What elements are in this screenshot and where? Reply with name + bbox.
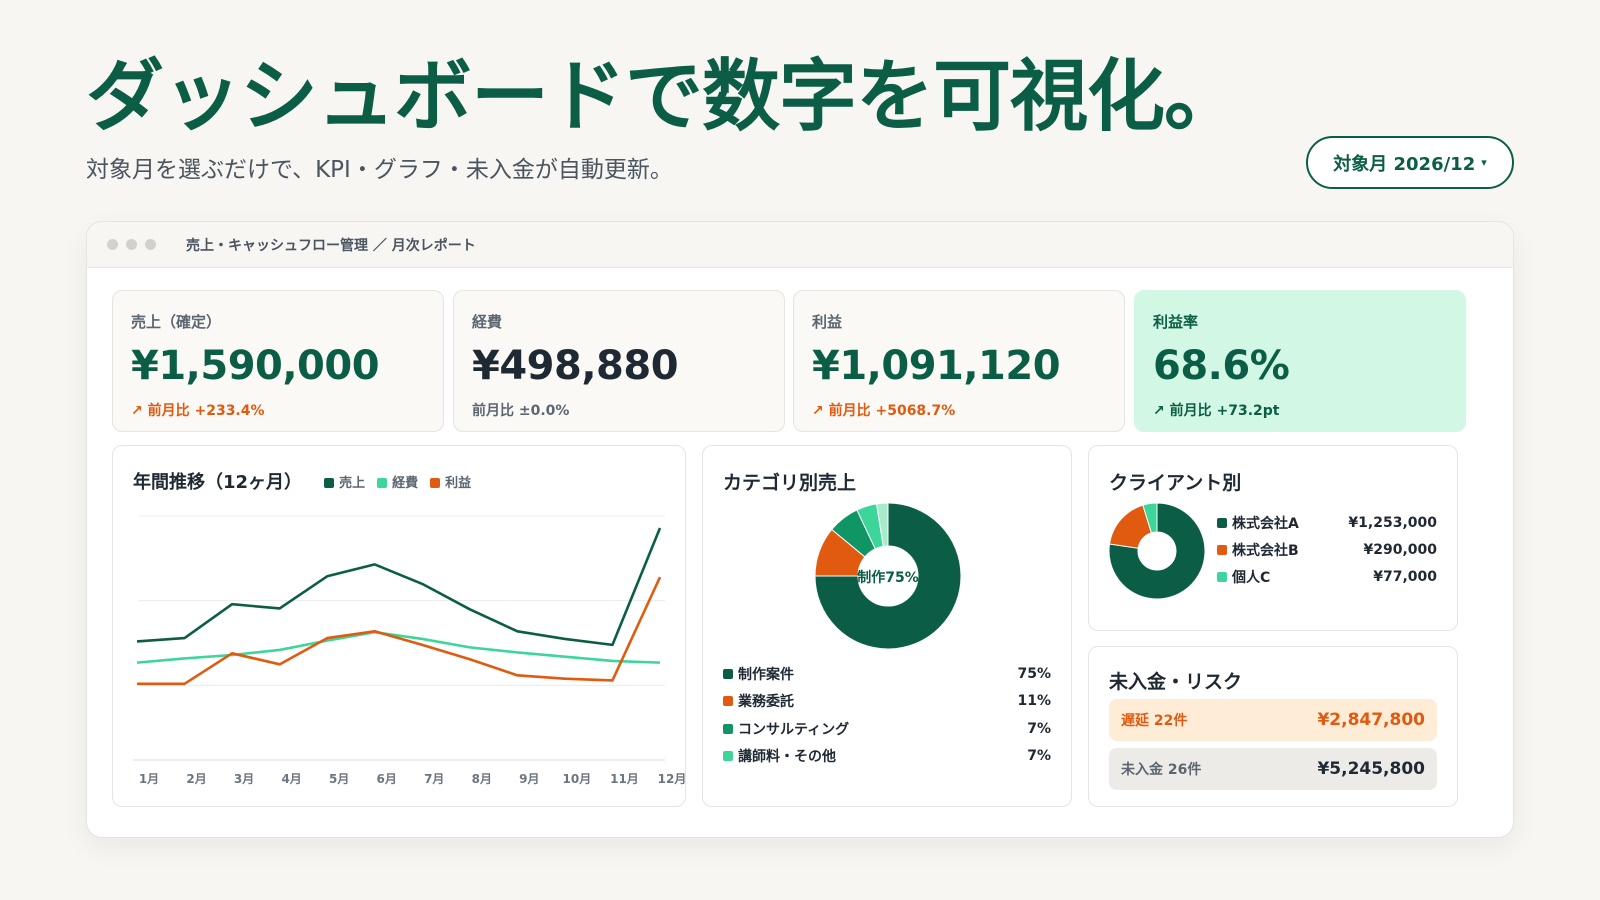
kpi-value: ¥1,590,000: [131, 343, 380, 389]
client-amount: ¥77,000: [1373, 569, 1437, 585]
series-line-売上: [136, 527, 662, 647]
category-pct: 11%: [1017, 693, 1051, 709]
overdue-label: 遅延 22件: [1121, 713, 1188, 729]
month-selector-label: 対象月 2026/12: [1333, 153, 1476, 175]
risk-card-title: 未入金・リスク: [1109, 671, 1243, 693]
x-tick-label: 9月: [519, 772, 539, 786]
kpi-label: 経費: [472, 313, 503, 331]
caret-down-icon: ▾: [1481, 156, 1487, 169]
client-legend-row: 個人C ¥77,000: [1217, 567, 1437, 587]
kpi-label: 利益率: [1153, 313, 1199, 331]
category-name: 制作案件: [738, 667, 794, 683]
report-window: 売上・キャッシュフロー管理 ／ 月次レポート 売上（確定） ¥1,590,000…: [86, 221, 1514, 838]
window-dot-icon: [126, 239, 137, 250]
kpi-card-margin: 利益率 68.6% ↗ 前月比 +73.2pt: [1134, 290, 1466, 432]
legend-swatch: [1217, 545, 1227, 555]
x-tick-label: 2月: [186, 772, 206, 786]
kpi-value: 68.6%: [1153, 343, 1290, 389]
overdue-row[interactable]: 遅延 22件 ¥2,847,800: [1109, 699, 1437, 741]
x-tick-label: 1月: [139, 772, 159, 786]
annual-trend-card: 年間推移（12ヶ月） 売上 経費 利益 1月 2月 3月 4月 5月 6月 7月 8月 9月 10…: [112, 445, 686, 807]
month-selector-button[interactable]: 対象月 2026/12 ▾: [1306, 136, 1514, 189]
legend-swatch: [723, 669, 733, 679]
annual-line-chart: 1月 2月 3月 4月 5月 6月 7月 8月 9月 10月 11月 12月: [133, 515, 687, 786]
donut-center-label: 制作75%: [857, 569, 919, 586]
category-name: コンサルティング: [738, 722, 850, 738]
legend-swatch: [1217, 518, 1227, 528]
window-title-bar: 売上・キャッシュフロー管理 ／ 月次レポート: [87, 222, 1513, 268]
hero-title: ダッシュボードで数字を可視化。: [86, 52, 1242, 142]
unpaid-label: 未入金 26件: [1121, 762, 1202, 778]
series-line-経費: [136, 630, 661, 664]
client-donut-chart: [1108, 502, 1206, 600]
legend-swatch: [723, 751, 733, 761]
x-tick-label: 12月: [658, 772, 687, 786]
x-tick-label: 11月: [610, 772, 639, 786]
legend-swatch: [723, 724, 733, 734]
category-card-title: カテゴリ別売上: [723, 472, 857, 494]
client-name: 株式会社B: [1232, 543, 1299, 559]
kpi-value: ¥498,880: [472, 343, 679, 389]
kpi-label: 売上（確定）: [131, 313, 222, 331]
client-name: 株式会社A: [1232, 516, 1299, 532]
window-dot-icon: [145, 239, 156, 250]
client-amount: ¥290,000: [1363, 542, 1437, 558]
window-dot-icon: [107, 239, 118, 250]
category-sales-card: カテゴリ別売上 制作75% 制作案件 75% 業務委託 11% コンサルティング…: [702, 445, 1072, 807]
hero-subtitle: 対象月を選ぶだけで、KPI・グラフ・未入金が自動更新。: [86, 157, 673, 183]
kpi-change: ↗ 前月比 +5068.7%: [812, 403, 956, 419]
series-line-利益: [137, 576, 662, 686]
category-name: 講師料・その他: [738, 749, 836, 765]
x-tick-label: 8月: [472, 772, 492, 786]
client-sales-card: クライアント別 株式会社A ¥1,253,000 株式会社B ¥290,000 …: [1088, 445, 1458, 631]
category-legend-row: 制作案件 75%: [723, 664, 1051, 684]
overdue-amount: ¥2,847,800: [1317, 710, 1425, 730]
unpaid-risk-card: 未入金・リスク 遅延 22件 ¥2,847,800 未入金 26件 ¥5,245…: [1088, 646, 1458, 807]
client-legend-row: 株式会社B ¥290,000: [1217, 540, 1437, 560]
client-amount: ¥1,253,000: [1348, 515, 1437, 531]
kpi-card-sales: 売上（確定） ¥1,590,000 ↗ 前月比 +233.4%: [112, 290, 444, 432]
category-pct: 7%: [1027, 721, 1051, 737]
kpi-change: ↗ 前月比 +73.2pt: [1153, 403, 1280, 419]
kpi-card-profit: 利益 ¥1,091,120 ↗ 前月比 +5068.7%: [793, 290, 1125, 432]
kpi-label: 利益: [812, 313, 843, 331]
kpi-change: ↗ 前月比 +233.4%: [131, 403, 265, 419]
client-card-title: クライアント別: [1109, 472, 1242, 494]
kpi-card-expenses: 経費 ¥498,880 前月比 ±0.0%: [453, 290, 785, 432]
x-tick-label: 10月: [563, 772, 592, 786]
legend-swatch: [723, 696, 733, 706]
x-tick-label: 6月: [377, 772, 397, 786]
category-pct: 75%: [1017, 666, 1051, 682]
unpaid-amount: ¥5,245,800: [1317, 759, 1425, 779]
category-legend-row: 業務委託 11%: [723, 691, 1051, 711]
window-title: 売上・キャッシュフロー管理 ／ 月次レポート: [186, 237, 476, 254]
category-legend-row: コンサルティング 7%: [723, 719, 1051, 739]
category-pct: 7%: [1027, 748, 1051, 764]
client-legend-row: 株式会社A ¥1,253,000: [1217, 513, 1437, 533]
x-tick-label: 5月: [329, 772, 349, 786]
x-tick-label: 7月: [424, 772, 444, 786]
category-legend-row: 講師料・その他 7%: [723, 746, 1051, 766]
kpi-value: ¥1,091,120: [812, 343, 1061, 389]
client-name: 個人C: [1232, 570, 1271, 586]
kpi-change: 前月比 ±0.0%: [472, 403, 570, 419]
unpaid-row[interactable]: 未入金 26件 ¥5,245,800: [1109, 748, 1437, 790]
legend-swatch: [1217, 572, 1227, 582]
x-tick-label: 3月: [234, 772, 254, 786]
category-name: 業務委託: [738, 694, 794, 710]
x-tick-label: 4月: [281, 772, 301, 786]
